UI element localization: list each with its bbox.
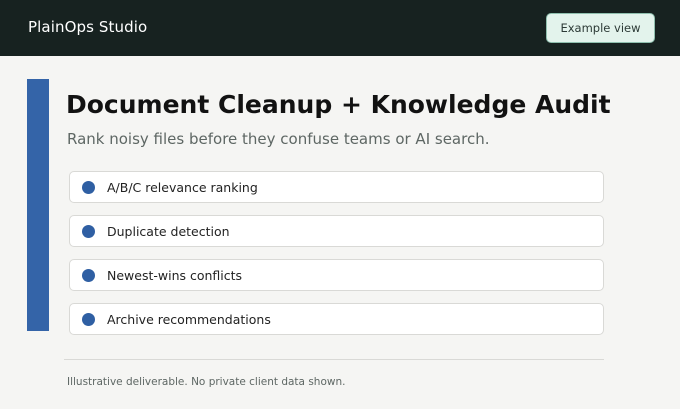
main-content: Document Cleanup + Knowledge Audit Rank …	[0, 56, 680, 409]
feature-label: A/B/C relevance ranking	[107, 180, 258, 195]
feature-label: Archive recommendations	[107, 312, 271, 327]
brand-name: PlainOps Studio	[28, 18, 148, 36]
divider	[64, 359, 604, 360]
top-bar: PlainOps Studio Example view	[0, 0, 680, 56]
feature-label: Duplicate detection	[107, 224, 230, 239]
feature-label: Newest-wins conflicts	[107, 268, 243, 283]
example-view-button[interactable]: Example view	[546, 13, 655, 43]
bullet-dot-icon	[82, 181, 95, 194]
bullet-dot-icon	[82, 225, 95, 238]
footnote: Illustrative deliverable. No private cli…	[67, 376, 346, 388]
feature-item-archive-recommendations: Archive recommendations	[69, 303, 604, 335]
feature-item-relevance-ranking: A/B/C relevance ranking	[69, 171, 604, 203]
page-title: Document Cleanup + Knowledge Audit	[66, 90, 611, 119]
feature-item-duplicate-detection: Duplicate detection	[69, 215, 604, 247]
page-subtitle: Rank noisy files before they confuse tea…	[67, 130, 490, 148]
bullet-dot-icon	[82, 313, 95, 326]
accent-bar	[27, 79, 49, 331]
bullet-dot-icon	[82, 269, 95, 282]
feature-list: A/B/C relevance ranking Duplicate detect…	[69, 171, 604, 347]
feature-item-newest-wins: Newest-wins conflicts	[69, 259, 604, 291]
